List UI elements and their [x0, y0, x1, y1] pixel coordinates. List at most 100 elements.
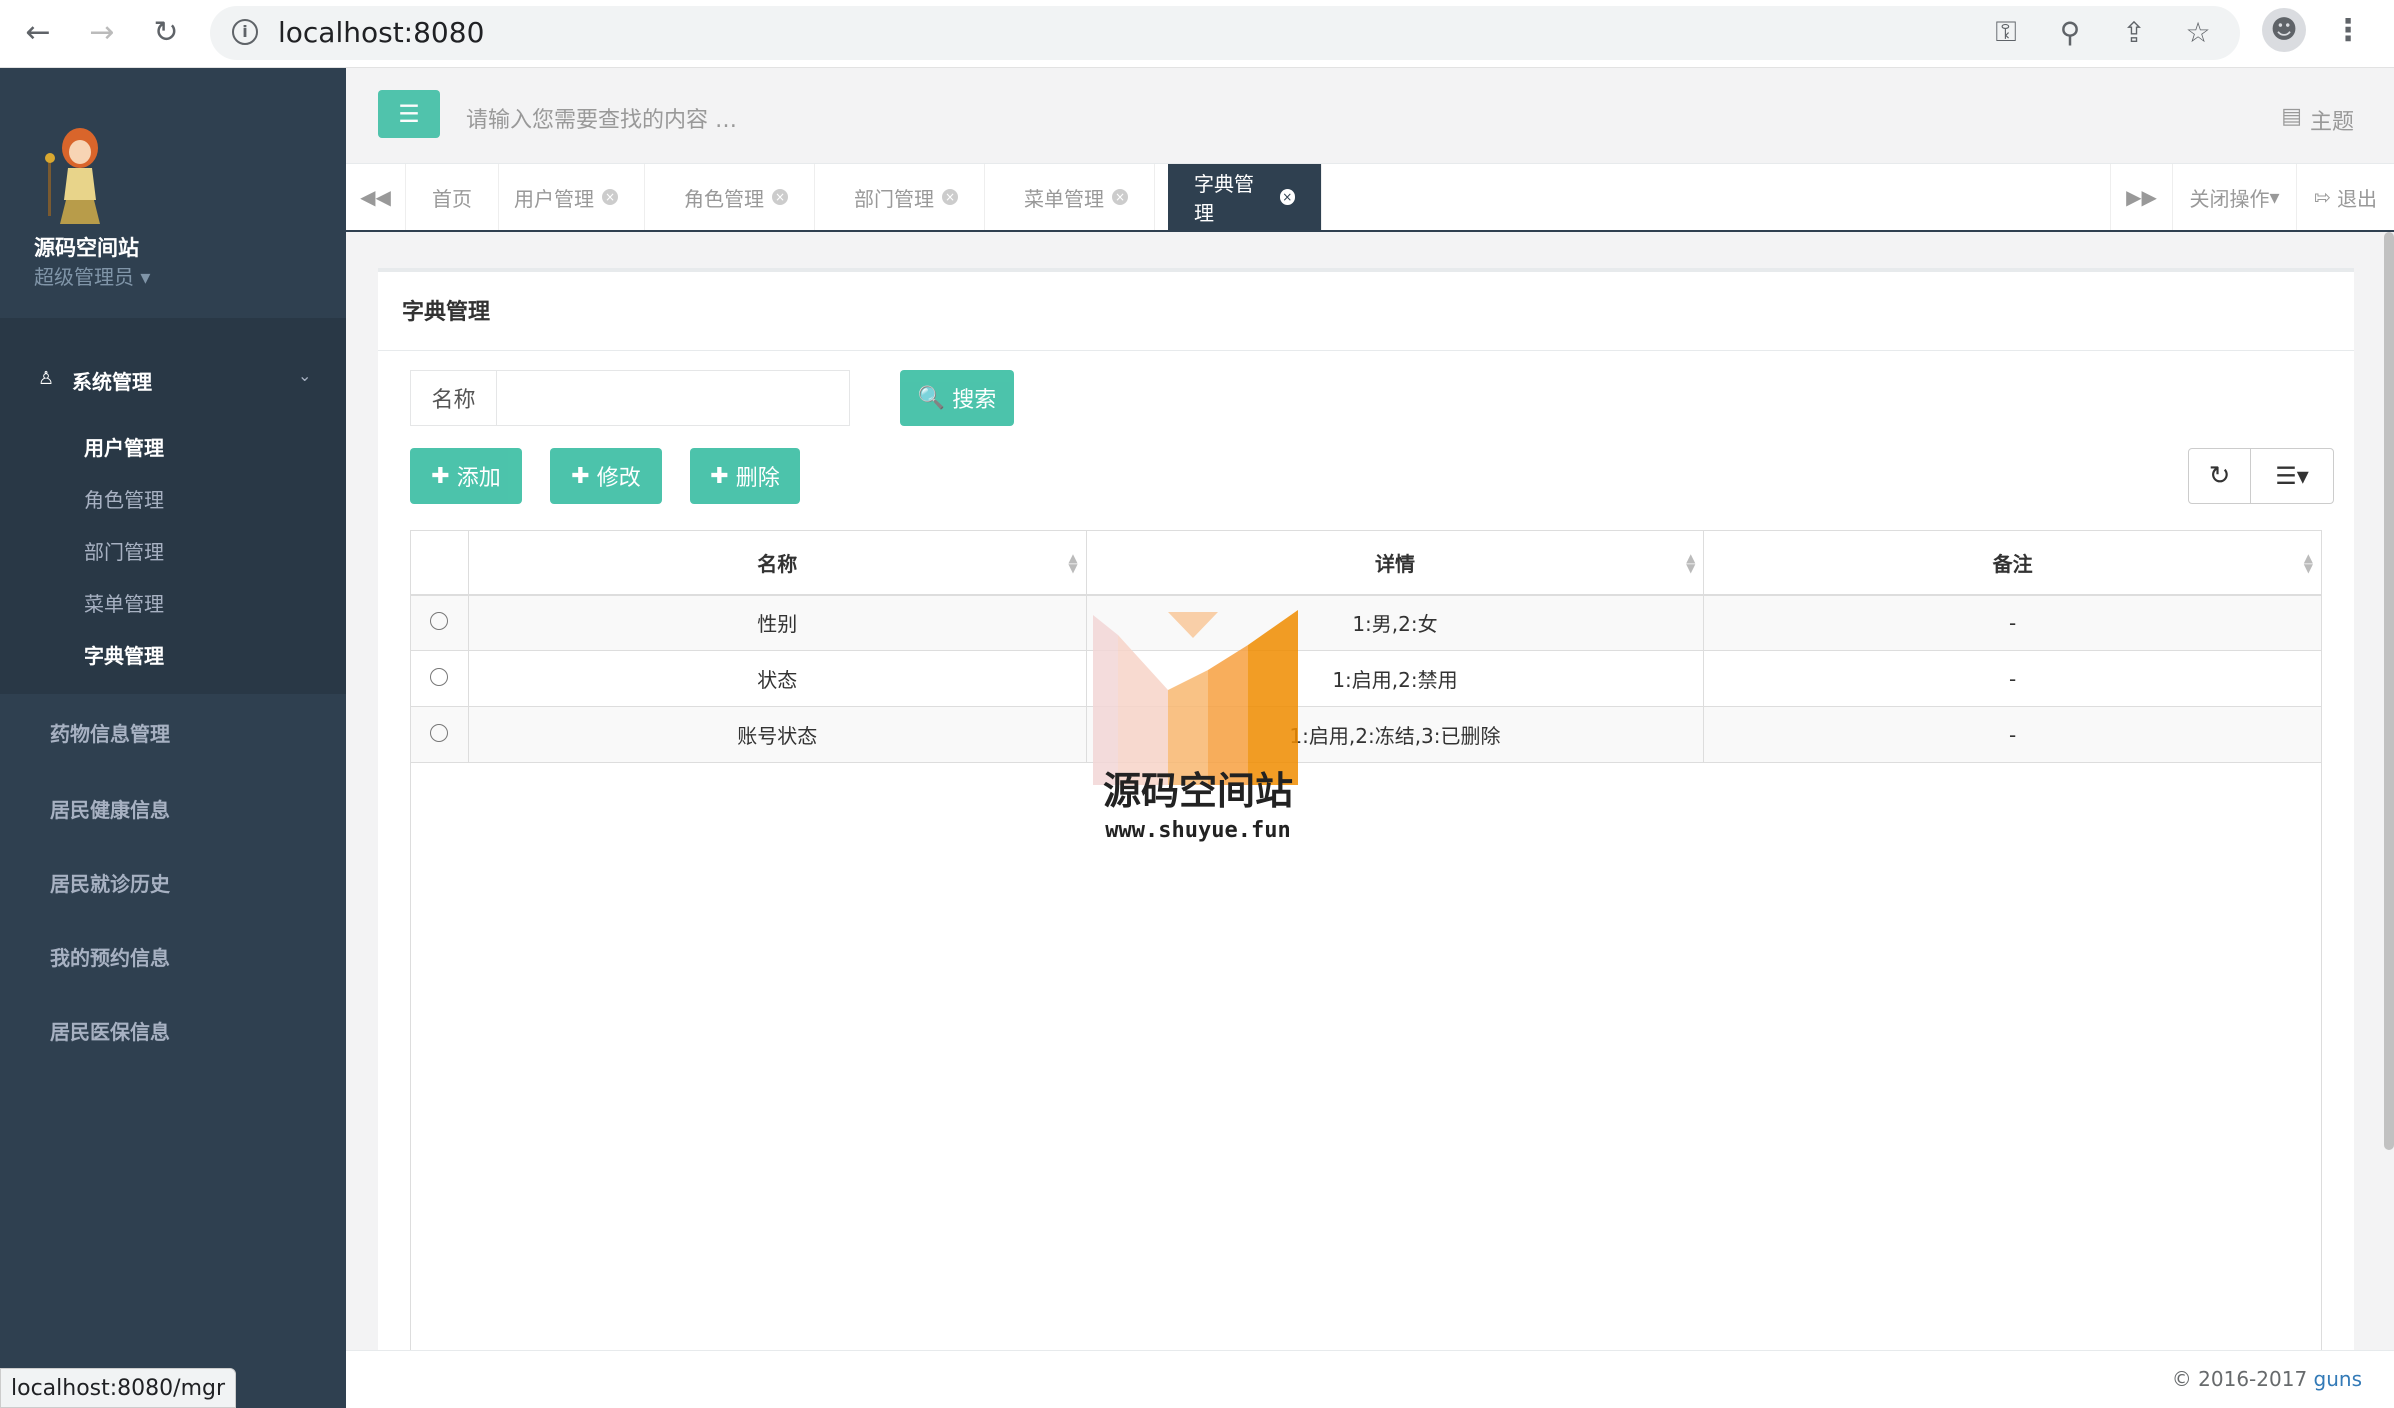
sidebar-item-roles[interactable]: 角色管理 [84, 484, 164, 513]
theme-icon[interactable]: ▤ [2281, 104, 2302, 129]
sidebar-item-users[interactable]: 用户管理 [84, 432, 164, 461]
star-icon[interactable]: ☆ [2180, 14, 2216, 50]
site-info-icon[interactable]: i [232, 19, 258, 45]
panel-title: 字典管理 [402, 300, 491, 325]
user-role[interactable]: 超级管理员 [34, 265, 134, 289]
key-icon[interactable]: ⚿ [1988, 14, 2024, 50]
delete-button-label[interactable]: 删除 [736, 460, 780, 492]
edit-button-label[interactable]: 修改 [597, 460, 641, 492]
tab-users[interactable]: 用户管理 × [488, 164, 645, 230]
page-scrollbar[interactable] [2384, 232, 2394, 1150]
copyright: © 2016-2017 guns [2172, 1367, 2362, 1391]
tab-scroll-right-icon[interactable]: ▶▶ [2110, 164, 2172, 230]
sidebar-item-departments[interactable]: 部门管理 [84, 536, 164, 565]
theme-button[interactable]: 主题 [2310, 104, 2354, 136]
close-operations-dropdown[interactable]: 关闭操作 ▾ [2172, 164, 2296, 230]
close-tab-icon[interactable]: × [942, 189, 958, 205]
search-button-label[interactable]: 搜索 [952, 382, 996, 414]
sidebar-item-menus[interactable]: 菜单管理 [84, 588, 164, 617]
plus-icon: ✚ [710, 463, 729, 489]
column-header-name[interactable]: 名称 ▲ ▼ [467, 530, 1087, 596]
row-radio[interactable] [430, 667, 449, 686]
table-row[interactable]: 账号状态 1:启用,2:冻结,3:已删除 - [410, 706, 2322, 763]
more-menu-icon[interactable]: ⋮ [2330, 8, 2366, 52]
back-arrow-icon[interactable]: ← [16, 10, 60, 54]
refresh-icon[interactable]: ↻ [2189, 449, 2251, 503]
sidebar-item-appointments[interactable]: 我的预约信息 [50, 942, 170, 971]
row-select-cell[interactable] [410, 594, 469, 651]
cell-name: 账号状态 [467, 706, 1087, 763]
table-toolbar: ↻ ☰▾ [2188, 448, 2334, 504]
sidebar-item-dictionary[interactable]: 字典管理 [84, 640, 164, 669]
zoom-icon[interactable]: ⚲ [2052, 14, 2088, 50]
tab-scroll-left-icon[interactable]: ◀◀ [346, 164, 406, 230]
row-radio[interactable] [430, 611, 449, 630]
chevron-down-icon[interactable]: ⌄ [298, 366, 311, 385]
tab-roles[interactable]: 角色管理 × [658, 164, 815, 230]
column-label[interactable]: 备注 [1993, 552, 2033, 576]
sort-icon[interactable]: ▲ ▼ [1686, 552, 1695, 574]
cell-name: 性别 [467, 594, 1087, 651]
url-text[interactable]: localhost:8080 [278, 16, 484, 49]
columns-icon[interactable]: ☰▾ [2251, 449, 2333, 503]
logout-button[interactable]: ⇰ 退出 [2296, 164, 2394, 230]
row-select-cell[interactable] [410, 706, 469, 763]
global-search-input[interactable]: 请输入您需要查找的内容 … [466, 102, 737, 134]
tab-menus[interactable]: 菜单管理 × [998, 164, 1155, 230]
close-tab-icon[interactable]: × [602, 189, 618, 205]
select-column-header [410, 530, 469, 596]
share-icon[interactable]: ⇪ [2116, 14, 2152, 50]
tab-dictionary[interactable]: 字典管理 × [1168, 164, 1322, 230]
tab-label[interactable]: 菜单管理 [1024, 183, 1104, 212]
row-radio[interactable] [430, 723, 449, 742]
tab-label[interactable]: 字典管理 [1194, 168, 1272, 226]
name-search-input[interactable] [497, 371, 849, 425]
column-header-remark[interactable]: 备注 ▲ ▼ [1703, 530, 2322, 596]
close-tab-icon[interactable]: × [772, 189, 788, 205]
sort-icon[interactable]: ▲ ▼ [2304, 552, 2313, 574]
reload-icon[interactable]: ↻ [144, 10, 188, 54]
user-role-dropdown[interactable]: 超级管理员 ▾ [34, 261, 150, 290]
sidebar-item-insurance[interactable]: 居民医保信息 [50, 1016, 170, 1045]
guns-link[interactable]: guns [2314, 1367, 2362, 1391]
sidebar-item-visits[interactable]: 居民就诊历史 [50, 868, 170, 897]
logout-label[interactable]: 退出 [2337, 183, 2377, 212]
close-tab-icon[interactable]: × [1279, 189, 1295, 205]
sidebar-item-health[interactable]: 居民健康信息 [50, 794, 170, 823]
column-label[interactable]: 详情 [1375, 552, 1415, 576]
name-label: 名称 [411, 371, 497, 425]
tab-label[interactable]: 用户管理 [514, 183, 594, 212]
dictionary-table: 名称 ▲ ▼ 详情 ▲ ▼ 备注 ▲ ▼ 性别 1:男,2:女 - 状态 1:启用,2:禁用… [410, 530, 2322, 763]
watermark-url: www.shuyue.fun [1105, 818, 1291, 843]
menu-toggle-button[interactable]: ☰ [378, 90, 440, 138]
link-status-bar: localhost:8080/mgr [0, 1368, 237, 1408]
cell-remark: - [1703, 594, 2322, 651]
table-row[interactable]: 状态 1:启用,2:禁用 - [410, 650, 2322, 707]
hamburger-icon[interactable]: ☰ [398, 100, 420, 128]
user-avatar[interactable] [38, 120, 118, 228]
tab-home[interactable]: 首页 [406, 164, 499, 230]
table-row[interactable]: 性别 1:男,2:女 - [410, 594, 2322, 651]
watermark-title: 源码空间站 [1102, 769, 1293, 813]
add-button-label[interactable]: 添加 [457, 460, 501, 492]
delete-button[interactable]: ✚ 删除 [690, 448, 800, 504]
row-select-cell[interactable] [410, 650, 469, 707]
edit-button[interactable]: ✚ 修改 [550, 448, 662, 504]
sort-icon[interactable]: ▲ ▼ [1068, 552, 1077, 574]
forward-arrow-icon[interactable]: → [80, 10, 124, 54]
name-search-group: 名称 [410, 370, 850, 426]
tab-label[interactable]: 首页 [432, 183, 472, 212]
profile-icon[interactable]: ☻ [2262, 8, 2306, 52]
tab-label[interactable]: 角色管理 [684, 183, 764, 212]
tab-departments[interactable]: 部门管理 × [828, 164, 985, 230]
close-tab-icon[interactable]: × [1112, 189, 1128, 205]
sidebar-item-medicine[interactable]: 药物信息管理 [50, 718, 170, 747]
tab-label[interactable]: 部门管理 [854, 183, 934, 212]
logout-icon[interactable]: ⇰ [2314, 185, 2331, 209]
close-ops-label[interactable]: 关闭操作 [2189, 183, 2269, 212]
address-bar[interactable]: i localhost:8080 ⚿ ⚲ ⇪ ☆ [210, 6, 2240, 60]
column-label[interactable]: 名称 [757, 552, 797, 576]
menu-system[interactable]: 系统管理 [72, 366, 152, 395]
add-button[interactable]: ✚ 添加 [410, 448, 522, 504]
search-button[interactable]: 🔍 搜索 [900, 370, 1014, 426]
